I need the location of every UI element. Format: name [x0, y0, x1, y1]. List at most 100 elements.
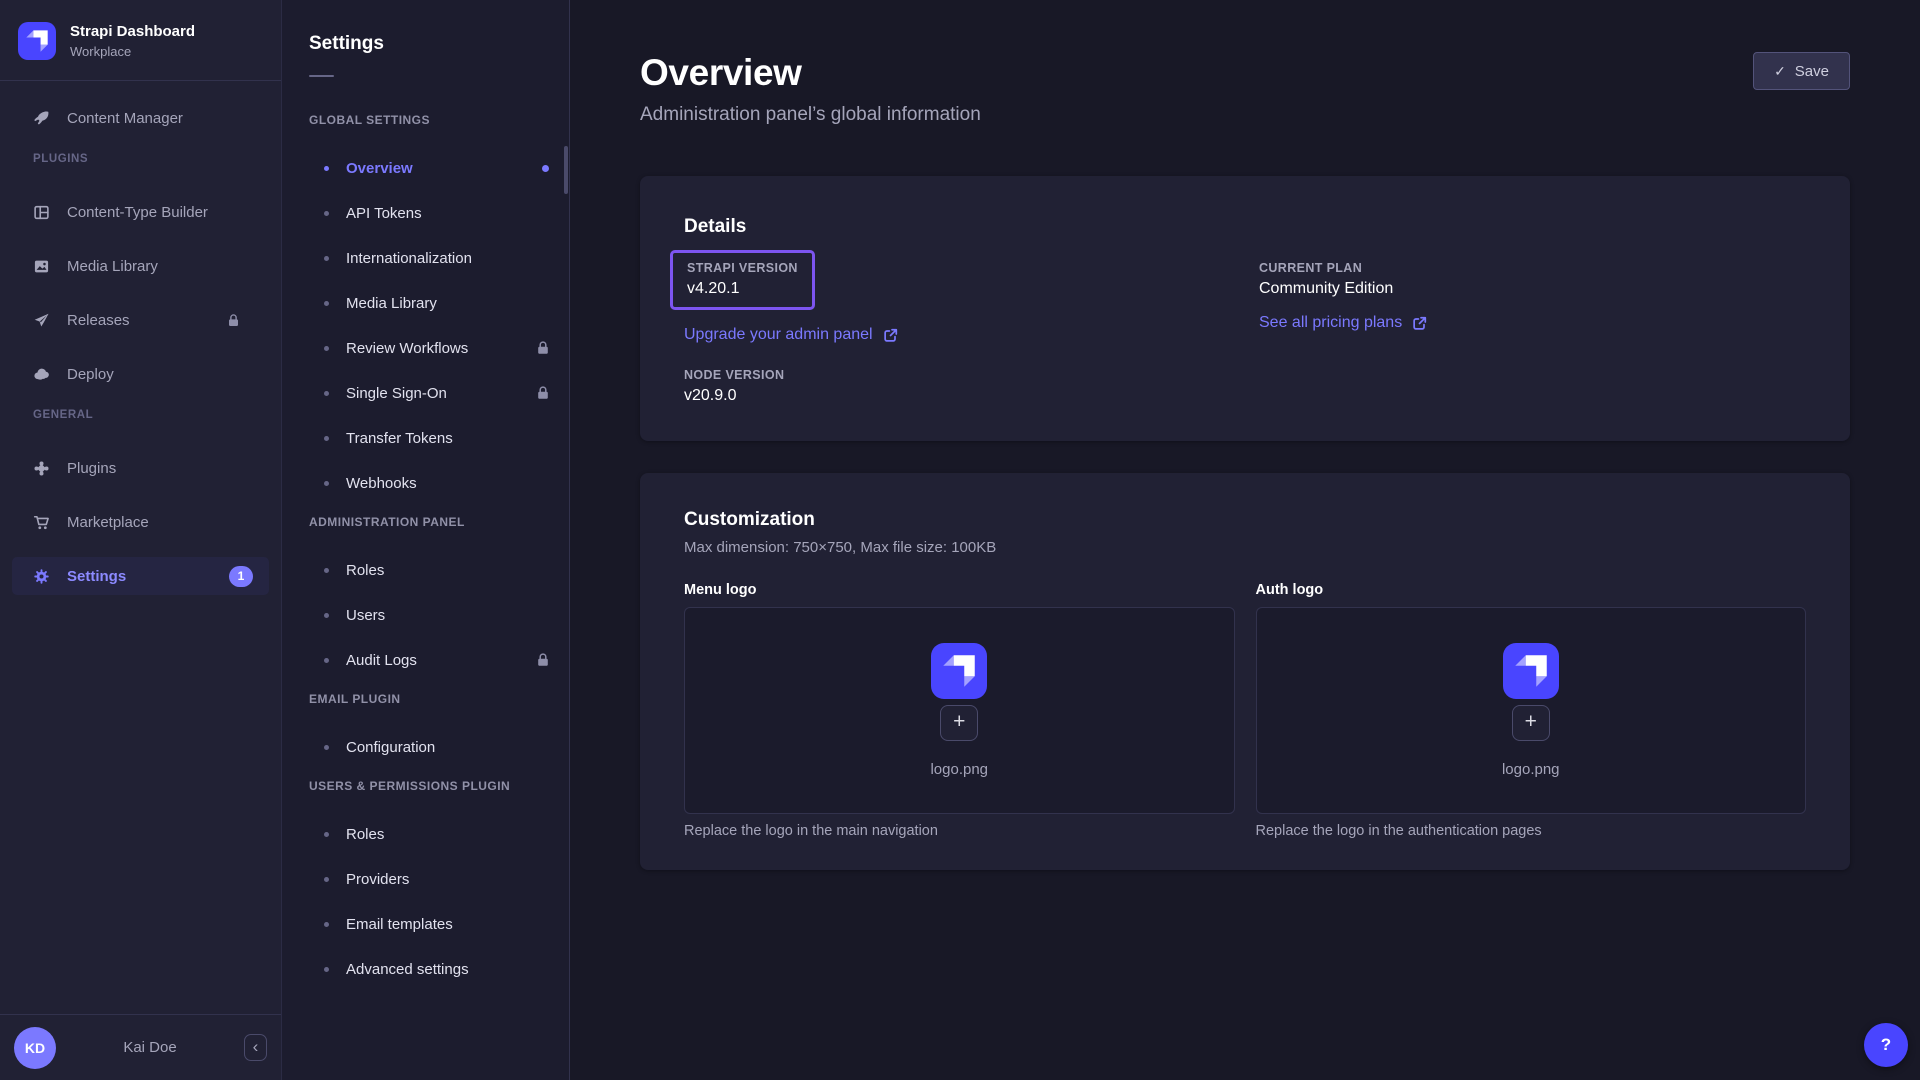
subnav-item-api-tokens[interactable]: API Tokens	[309, 200, 553, 226]
help-button[interactable]: ?	[1864, 1023, 1908, 1067]
sidebar-item-label: Deploy	[67, 366, 114, 383]
node-version-label: NODE VERSION	[684, 368, 1259, 382]
sidebar-item-marketplace[interactable]: Marketplace	[12, 503, 269, 541]
lock-icon	[535, 340, 551, 356]
subnav-section-administration-panel: ADMINISTRATION PANEL	[309, 515, 553, 529]
bullet-icon	[324, 436, 329, 441]
subnav-section-users-permissions-plugin: USERS & PERMISSIONS PLUGIN	[309, 779, 553, 793]
sidebar-item-label: Settings	[67, 568, 126, 585]
workspace-title: Strapi Dashboard	[70, 23, 195, 42]
page-subtitle: Administration panel’s global informatio…	[640, 104, 981, 126]
strapi-logo-thumbnail	[1503, 643, 1559, 699]
collapse-sidebar-button[interactable]: ‹	[244, 1034, 267, 1061]
check-icon: ✓	[1774, 63, 1786, 80]
pen-icon	[33, 110, 50, 127]
subnav-scrollbar[interactable]	[564, 146, 568, 194]
subnav-item-email-templates[interactable]: Email templates	[309, 911, 553, 937]
bullet-icon	[324, 658, 329, 663]
sidebar-item-content-manager[interactable]: Content Manager	[12, 99, 269, 137]
strapi-logo-thumbnail	[931, 643, 987, 699]
sidebar-item-label: Content Manager	[67, 110, 183, 127]
menu-logo-filename: logo.png	[930, 761, 988, 778]
workspace-brand[interactable]: Strapi Dashboard Workplace	[0, 0, 281, 80]
bullet-icon	[324, 211, 329, 216]
save-button[interactable]: ✓ Save	[1753, 52, 1850, 90]
settings-subnav: Settings GLOBAL SETTINGS Overview API To…	[282, 0, 570, 1080]
plus-icon: +	[1525, 710, 1537, 734]
sidebar-item-plugins[interactable]: Plugins	[12, 449, 269, 487]
subnav-item-media-library[interactable]: Media Library	[309, 290, 553, 316]
page-title-block: Overview Administration panel’s global i…	[640, 52, 981, 126]
gear-icon	[33, 568, 50, 585]
auth-logo-caption: Replace the logo in the authentication p…	[1256, 823, 1807, 839]
main-sidebar: Strapi Dashboard Workplace Content Manag…	[0, 0, 282, 1080]
subnav-title-rule	[309, 75, 334, 77]
subnav-section-global-settings: GLOBAL SETTINGS	[309, 113, 553, 127]
strapi-logo-icon	[18, 22, 56, 60]
auth-logo-upload-box[interactable]: + logo.png	[1256, 607, 1807, 814]
subnav-item-transfer-tokens[interactable]: Transfer Tokens	[309, 425, 553, 451]
user-name: Kai Doe	[64, 1039, 236, 1056]
bullet-icon	[324, 256, 329, 261]
current-plan-field: CURRENT PLAN Community Edition	[1259, 250, 1806, 298]
image-icon	[33, 258, 50, 275]
sidebar-item-content-type-builder[interactable]: Content-Type Builder	[12, 193, 269, 231]
details-card: Details STRAPI VERSION v4.20.1 Upgrade y…	[640, 176, 1850, 441]
sidebar-item-label: Content-Type Builder	[67, 204, 208, 221]
bullet-icon	[324, 967, 329, 972]
details-left-column: STRAPI VERSION v4.20.1 Upgrade your admi…	[684, 250, 1259, 405]
subnav-section-email-plugin: EMAIL PLUGIN	[309, 692, 553, 706]
sidebar-section-general: GENERAL	[12, 409, 269, 425]
upgrade-admin-panel-link[interactable]: Upgrade your admin panel	[684, 326, 898, 344]
details-right-column: CURRENT PLAN Community Edition See all p…	[1259, 250, 1806, 405]
bullet-icon	[324, 613, 329, 618]
subnav-item-webhooks[interactable]: Webhooks	[309, 470, 553, 496]
subnav-item-email-configuration[interactable]: Configuration	[309, 734, 553, 760]
sidebar-nav-list: Content Manager PLUGINS Content-Type Bui…	[0, 81, 281, 1014]
bullet-icon	[324, 346, 329, 351]
subnav-item-advanced-settings[interactable]: Advanced settings	[309, 956, 553, 982]
add-logo-button[interactable]: +	[1512, 705, 1550, 741]
sidebar-item-label: Plugins	[67, 460, 116, 477]
subnav-item-audit-logs[interactable]: Audit Logs	[309, 647, 553, 673]
menu-logo-label: Menu logo	[684, 582, 1235, 598]
sidebar-item-settings[interactable]: Settings 1	[12, 557, 269, 595]
current-plan-value: Community Edition	[1259, 280, 1806, 298]
sidebar-item-label: Marketplace	[67, 514, 149, 531]
node-version-field: NODE VERSION v20.9.0	[684, 368, 1259, 405]
subnav-item-admin-users[interactable]: Users	[309, 602, 553, 628]
add-logo-button[interactable]: +	[940, 705, 978, 741]
bullet-icon	[324, 877, 329, 882]
lock-icon	[226, 313, 241, 328]
user-avatar[interactable]: KD	[14, 1027, 56, 1069]
subnav-item-admin-roles[interactable]: Roles	[309, 557, 553, 583]
subnav-item-review-workflows[interactable]: Review Workflows	[309, 335, 553, 361]
sidebar-item-label: Releases	[67, 312, 130, 329]
plus-icon: +	[953, 710, 965, 734]
menu-logo-upload-box[interactable]: + logo.png	[684, 607, 1235, 814]
subnav-item-providers[interactable]: Providers	[309, 866, 553, 892]
subnav-item-overview[interactable]: Overview	[309, 155, 553, 181]
external-link-icon	[883, 328, 898, 343]
bullet-icon	[324, 481, 329, 486]
current-plan-label: CURRENT PLAN	[1259, 261, 1806, 275]
paper-plane-icon	[33, 312, 50, 329]
strapi-version-value: v4.20.1	[687, 280, 798, 298]
sidebar-section-plugins: PLUGINS	[12, 153, 269, 169]
sidebar-item-releases[interactable]: Releases	[12, 301, 269, 339]
pricing-plans-link[interactable]: See all pricing plans	[1259, 314, 1427, 332]
customization-constraints: Max dimension: 750×750, Max file size: 1…	[684, 539, 1806, 556]
bullet-icon	[324, 745, 329, 750]
subnav-item-internationalization[interactable]: Internationalization	[309, 245, 553, 271]
sidebar-item-media-library[interactable]: Media Library	[12, 247, 269, 285]
details-grid: STRAPI VERSION v4.20.1 Upgrade your admi…	[684, 250, 1806, 405]
cart-icon	[33, 514, 50, 531]
bullet-icon	[324, 301, 329, 306]
subnav-item-up-roles[interactable]: Roles	[309, 821, 553, 847]
menu-logo-caption: Replace the logo in the main navigation	[684, 823, 1235, 839]
update-dot-icon	[542, 165, 549, 172]
subnav-item-single-sign-on[interactable]: Single Sign-On	[309, 380, 553, 406]
sidebar-item-deploy[interactable]: Deploy	[12, 355, 269, 393]
lock-icon	[535, 652, 551, 668]
sidebar-user-footer: KD Kai Doe ‹	[0, 1014, 281, 1080]
